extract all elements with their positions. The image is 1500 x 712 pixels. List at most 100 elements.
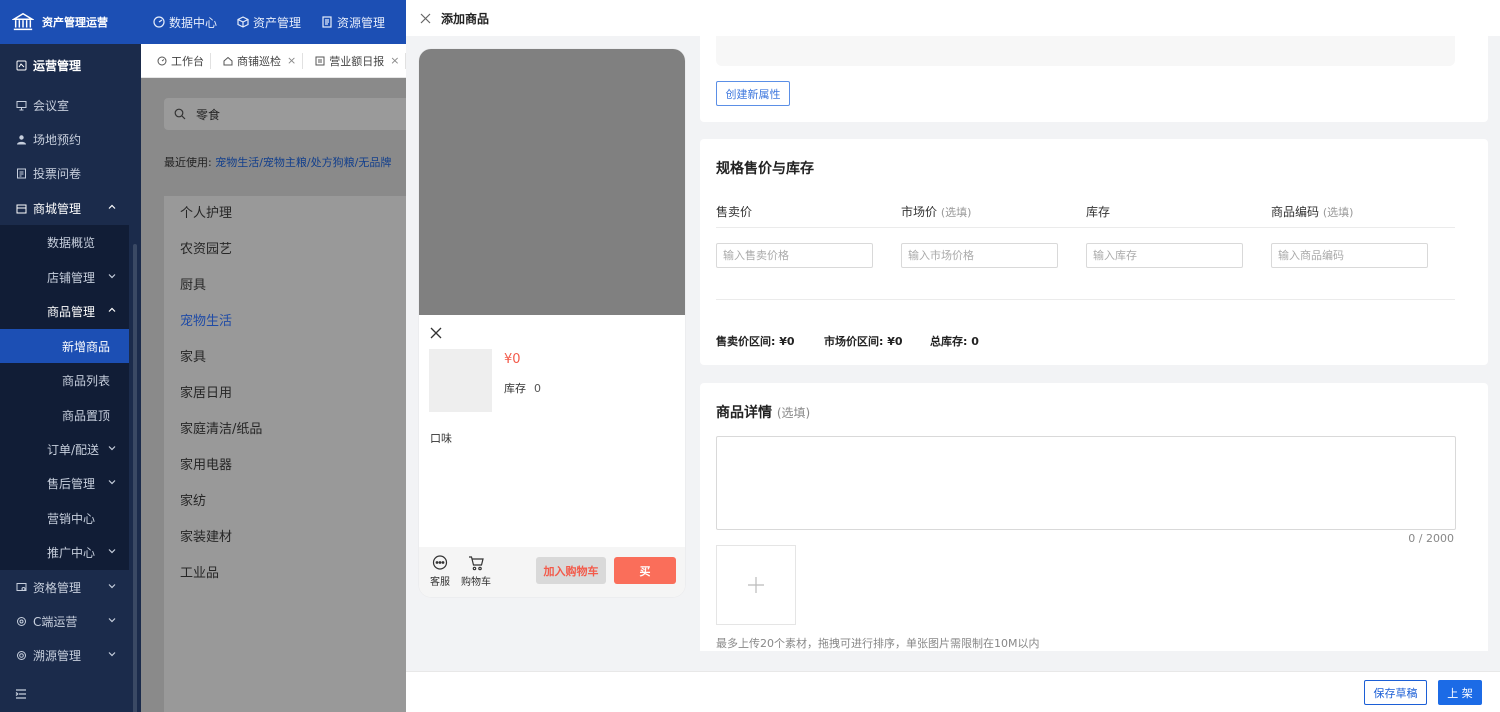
chevron-up-icon <box>108 204 116 209</box>
sidebar-item-product-list[interactable]: 商品列表 <box>0 363 132 397</box>
stock-input[interactable] <box>1086 243 1243 268</box>
sidebar-item-new-product[interactable]: 新增商品 <box>0 329 129 363</box>
topnav-asset[interactable]: 资产管理 <box>237 14 301 31</box>
attributes-area <box>716 36 1455 66</box>
topnav-resource[interactable]: 资源管理 <box>321 14 385 31</box>
chevron-down-icon <box>108 618 116 623</box>
save-draft-button[interactable]: 保存草稿 <box>1364 680 1427 705</box>
sidebar: 运营管理 会议室 场地预约 投票问卷 商城管理 数据概览 店铺管理 商品管理 新… <box>0 44 141 712</box>
list-item[interactable]: 农资园艺 <box>164 232 414 268</box>
preview-price: ¥0 <box>504 352 521 367</box>
sidebar-label: 订单/配送 <box>47 442 100 457</box>
sidebar-item-c-ops[interactable]: C端运营 <box>0 604 132 638</box>
app-logo[interactable]: 资产管理运营 <box>0 0 141 44</box>
upload-hint: 最多上传20个素材，拖拽可进行排序，单张图片需限制在10M以内 <box>716 637 1040 650</box>
sidebar-label: 售后管理 <box>47 476 96 491</box>
sidebar-label: 数据概览 <box>47 235 96 250</box>
tab-workbench[interactable]: 工作台 <box>151 52 211 69</box>
sidebar-item-product[interactable]: 商品管理 <box>0 294 132 328</box>
list-item[interactable]: 厨具 <box>164 268 414 304</box>
optional-tag: (选填) <box>1322 206 1354 219</box>
sidebar-item-vote[interactable]: 投票问卷 <box>0 156 132 190</box>
sku-code-input[interactable] <box>1271 243 1428 268</box>
close-icon[interactable]: × <box>390 54 399 67</box>
sidebar-scrollbar[interactable] <box>133 244 137 712</box>
stock-value: 0 <box>534 382 541 395</box>
create-attribute-button[interactable]: 创建新属性 <box>716 81 790 106</box>
search-icon <box>174 108 186 120</box>
upload-button[interactable] <box>716 545 796 625</box>
recent-path[interactable]: 宠物生活/宠物主粮/处方狗粮/无品牌 <box>215 156 391 169</box>
tab-label: 商铺巡检 <box>237 54 281 68</box>
settings-icon <box>16 616 27 627</box>
sale-price-input[interactable] <box>716 243 873 268</box>
preview-cart[interactable]: 购物车 <box>461 555 491 588</box>
search-value: 零食 <box>196 107 221 122</box>
close-icon[interactable]: × <box>287 54 296 67</box>
category-search[interactable]: 零食 <box>164 98 424 130</box>
column-sale-price: 售卖价 <box>716 203 752 220</box>
topnav-label: 资产管理 <box>253 15 302 30</box>
market-price-range: 市场价区间: ¥0 <box>824 333 903 349</box>
sidebar-item-store[interactable]: 店铺管理 <box>0 260 132 294</box>
preview-service[interactable]: 客服 <box>430 555 450 588</box>
report-icon <box>315 56 325 65</box>
preview-flavor: 口味 <box>430 432 452 445</box>
details-textarea[interactable] <box>716 436 1456 530</box>
sidebar-item-meeting[interactable]: 会议室 <box>0 88 132 122</box>
close-icon[interactable] <box>420 13 431 24</box>
close-icon[interactable] <box>430 327 442 339</box>
phone-preview: ¥0 库存 0 口味 客服 购物车 加入购物车 买 <box>419 49 685 597</box>
tab-label: 营业额日报 <box>329 54 385 68</box>
tab-shop-inspection[interactable]: 商铺巡检 × <box>217 52 304 69</box>
market-price-input[interactable] <box>901 243 1058 268</box>
sidebar-item-promotion[interactable]: 推广中心 <box>0 535 132 569</box>
target-icon <box>16 650 27 661</box>
preview-action-bar: 客服 购物车 加入购物车 买 <box>419 547 685 597</box>
list-item[interactable]: 家庭清洁/纸品 <box>164 412 414 448</box>
char-counter: 0 / 2000 <box>1408 532 1454 545</box>
drawer-title: 添加商品 <box>441 11 490 26</box>
sidebar-item-trace[interactable]: 溯源管理 <box>0 638 132 672</box>
category-list: 个人护理 农资园艺 厨具 宠物生活 家具 家居日用 家庭清洁/纸品 家用电器 家… <box>164 196 414 712</box>
sidebar-label: 推广中心 <box>47 545 96 560</box>
service-label: 客服 <box>430 577 450 588</box>
range-value: 0 <box>971 335 979 348</box>
divider <box>716 227 1455 228</box>
range-label: 售卖价区间: <box>716 335 776 348</box>
list-item[interactable]: 个人护理 <box>164 196 414 232</box>
document-icon <box>322 16 332 28</box>
optional-tag: (选填) <box>776 406 811 420</box>
list-item[interactable]: 工业品 <box>164 556 414 592</box>
list-item[interactable]: 家用电器 <box>164 448 414 484</box>
list-item[interactable]: 家装建材 <box>164 520 414 556</box>
sidebar-label: 商品管理 <box>47 304 96 319</box>
list-item[interactable]: 家纺 <box>164 484 414 520</box>
stock-label: 库存 <box>504 382 526 395</box>
sidebar-item-aftersale[interactable]: 售后管理 <box>0 466 132 500</box>
sidebar-item-mall[interactable]: 商城管理 <box>0 191 132 225</box>
sidebar-item-marketing[interactable]: 营销中心 <box>0 501 132 535</box>
plus-icon <box>748 577 764 593</box>
list-item[interactable]: 宠物生活 <box>164 304 414 340</box>
publish-button[interactable]: 上 架 <box>1438 680 1482 705</box>
list-item[interactable]: 家居日用 <box>164 376 414 412</box>
column-stock: 库存 <box>1086 203 1110 220</box>
buy-button[interactable]: 买 <box>614 557 676 584</box>
sidebar-item-data-overview[interactable]: 数据概览 <box>0 225 132 259</box>
column-sku-code: 商品编码 (选填) <box>1271 203 1353 220</box>
sidebar-item-qualification[interactable]: 资格管理 <box>0 570 132 604</box>
tab-daily-revenue[interactable]: 营业额日报 × <box>309 52 407 69</box>
sidebar-item-product-top[interactable]: 商品置顶 <box>0 398 132 432</box>
range-value: ¥0 <box>887 335 903 348</box>
sidebar-item-venue[interactable]: 场地预约 <box>0 122 132 156</box>
topnav-data-center[interactable]: 数据中心 <box>153 14 217 31</box>
attributes-card: 创建新属性 <box>700 36 1488 122</box>
menu-collapse-icon[interactable] <box>15 688 27 700</box>
chevron-down-icon <box>108 652 116 657</box>
add-to-cart-button[interactable]: 加入购物车 <box>536 557 606 584</box>
sidebar-section-ops[interactable]: 运营管理 <box>0 48 132 82</box>
list-item[interactable]: 家具 <box>164 340 414 376</box>
bank-icon <box>12 12 34 31</box>
sidebar-item-order[interactable]: 订单/配送 <box>0 432 132 466</box>
